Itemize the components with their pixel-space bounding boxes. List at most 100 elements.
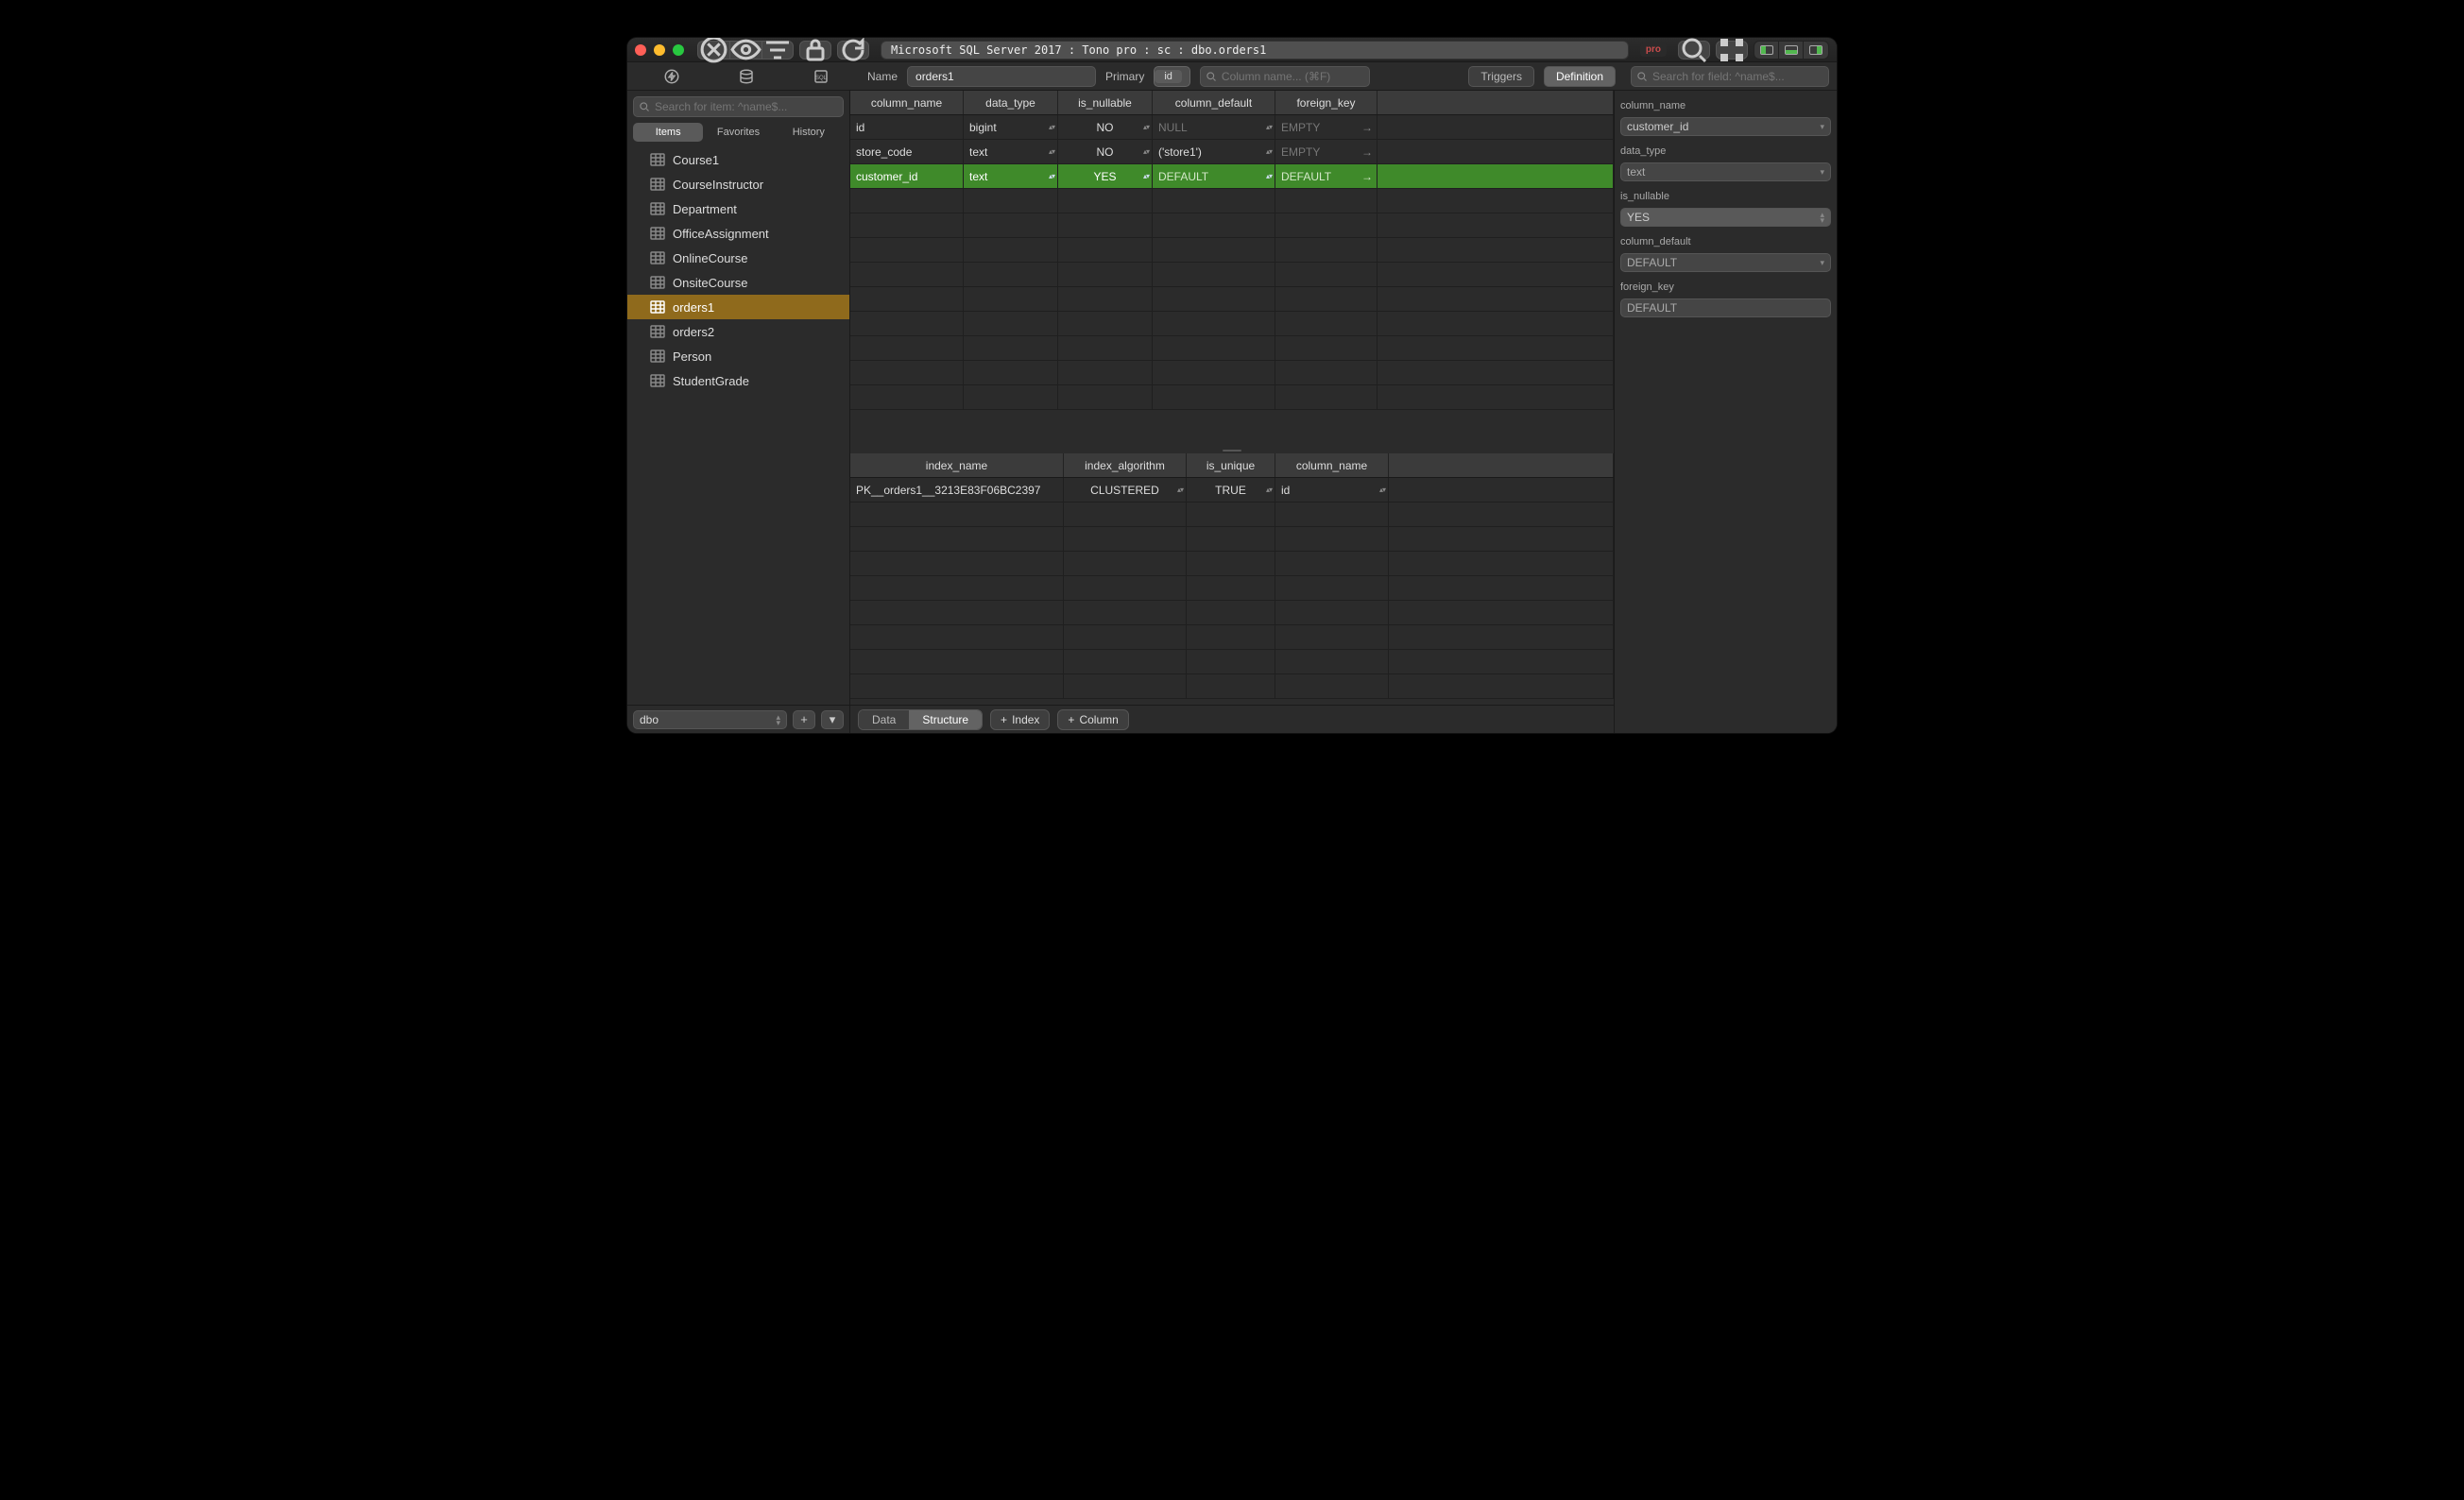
filter-button[interactable]: [761, 41, 794, 60]
close-window-button[interactable]: [635, 44, 646, 56]
stepper-icon[interactable]: ▴▾: [1143, 123, 1149, 131]
stepper-icon[interactable]: ▴▾: [1049, 123, 1054, 131]
stepper-icon[interactable]: ▴▾: [1266, 147, 1272, 156]
stepper-icon[interactable]: ▴▾: [1143, 147, 1149, 156]
table-name: orders1: [673, 300, 714, 315]
sidebar-table-onsitecourse[interactable]: OnsiteCourse: [627, 270, 849, 295]
sidebar-table-studentgrade[interactable]: StudentGrade: [627, 368, 849, 393]
layout-right-panel[interactable]: [1804, 42, 1828, 59]
zoom-window-button[interactable]: [673, 44, 684, 56]
triggers-button[interactable]: Triggers: [1468, 66, 1534, 87]
idx-header-col[interactable]: column_name: [1275, 453, 1389, 477]
table-name: Department: [673, 202, 737, 216]
primary-key-value: id: [1155, 70, 1182, 83]
col-header-type[interactable]: data_type: [964, 91, 1058, 114]
add-table-button[interactable]: +: [793, 710, 815, 729]
view-structure-button[interactable]: Structure: [909, 710, 982, 729]
column-row[interactable]: idbigint▴▾NO▴▾NULL▴▾EMPTY→: [850, 115, 1614, 140]
tab-favorites[interactable]: Favorites: [703, 123, 773, 142]
stepper-icon[interactable]: ▴▾: [1266, 486, 1272, 494]
insp-is-nullable-label: is_nullable: [1620, 191, 1831, 202]
add-index-label: Index: [1012, 713, 1039, 726]
indexes-grid: PK__orders1__3213E83F06BC2397CLUSTERED▴▾…: [850, 478, 1614, 705]
stepper-icon[interactable]: ▴▾: [1177, 486, 1183, 494]
sidebar-search-input[interactable]: [633, 96, 844, 117]
empty-row: [850, 361, 1614, 385]
col-header-fk[interactable]: foreign_key: [1275, 91, 1377, 114]
schema-select[interactable]: dbo ▴▾: [633, 710, 787, 729]
view-data-button[interactable]: Data: [859, 710, 909, 729]
add-column-label: Column: [1079, 713, 1118, 726]
stepper-icon[interactable]: ▴▾: [1143, 172, 1149, 180]
primary-key-chip[interactable]: id: [1154, 66, 1190, 87]
layout-bottom-panel[interactable]: [1779, 42, 1804, 59]
empty-row: [850, 601, 1614, 625]
lock-button[interactable]: [799, 41, 831, 60]
primary-label: Primary: [1105, 70, 1144, 83]
sidebar-table-person[interactable]: Person: [627, 344, 849, 368]
insp-is-nullable-select[interactable]: YES ▴▾: [1620, 208, 1831, 227]
insp-foreign-key-field[interactable]: DEFAULT: [1620, 298, 1831, 317]
pro-badge: pro: [1640, 43, 1667, 57]
col-header-name[interactable]: column_name: [850, 91, 964, 114]
minimize-window-button[interactable]: [654, 44, 665, 56]
bolt-icon[interactable]: [661, 66, 682, 87]
insp-column-default-field[interactable]: DEFAULT ▾: [1620, 253, 1831, 272]
chevron-down-icon: ▾: [1820, 122, 1824, 132]
arrow-right-icon[interactable]: →: [1361, 145, 1373, 159]
stepper-icon[interactable]: ▴▾: [1266, 172, 1272, 180]
column-row[interactable]: store_codetext▴▾NO▴▾('store1')▴▾EMPTY→: [850, 140, 1614, 164]
add-index-button[interactable]: + Index: [990, 709, 1050, 730]
cell-nullable: NO: [1097, 145, 1114, 159]
sidebar-table-officeassignment[interactable]: OfficeAssignment: [627, 221, 849, 246]
stepper-icon[interactable]: ▴▾: [1379, 486, 1385, 494]
disconnect-button[interactable]: [697, 41, 729, 60]
chevron-updown-icon: ▴▾: [776, 714, 780, 725]
sidebar-table-department[interactable]: Department: [627, 196, 849, 221]
empty-row: [850, 336, 1614, 361]
name-input[interactable]: [907, 66, 1096, 87]
index-row[interactable]: PK__orders1__3213E83F06BC2397CLUSTERED▴▾…: [850, 478, 1614, 503]
cell-type: text: [969, 170, 987, 183]
table-menu-button[interactable]: ▾: [821, 710, 844, 729]
breadcrumb[interactable]: Microsoft SQL Server 2017 : Tono pro : s…: [881, 41, 1629, 60]
add-column-button[interactable]: + Column: [1057, 709, 1128, 730]
table-name: OnsiteCourse: [673, 276, 747, 290]
tab-history[interactable]: History: [774, 123, 844, 142]
arrow-right-icon[interactable]: →: [1361, 170, 1373, 183]
stepper-icon[interactable]: ▴▾: [1049, 147, 1054, 156]
stepper-icon[interactable]: ▴▾: [1049, 172, 1054, 180]
search-button[interactable]: [1678, 41, 1710, 60]
col-header-default[interactable]: column_default: [1153, 91, 1275, 114]
idx-header-algo[interactable]: index_algorithm: [1064, 453, 1187, 477]
idx-header-unique[interactable]: is_unique: [1187, 453, 1275, 477]
schema-value: dbo: [640, 713, 659, 726]
refresh-button[interactable]: [837, 41, 869, 60]
insp-data-type-field[interactable]: text ▾: [1620, 162, 1831, 181]
col-header-null[interactable]: is_nullable: [1058, 91, 1153, 114]
layout-left-panel[interactable]: [1754, 42, 1779, 59]
sidebar-table-onlinecourse[interactable]: OnlineCourse: [627, 246, 849, 270]
idx-header-name[interactable]: index_name: [850, 453, 1064, 477]
sidebar-table-orders1[interactable]: orders1: [627, 295, 849, 319]
database-icon[interactable]: [736, 66, 757, 87]
field-search-input[interactable]: [1631, 66, 1829, 87]
column-row[interactable]: customer_idtext▴▾YES▴▾DEFAULT▴▾DEFAULT→: [850, 164, 1614, 189]
column-search-input[interactable]: [1200, 66, 1370, 87]
preview-button[interactable]: [729, 41, 761, 60]
grid-button[interactable]: [1716, 41, 1748, 60]
definition-button[interactable]: Definition: [1544, 66, 1616, 87]
tab-items[interactable]: Items: [633, 123, 703, 142]
sidebar-table-orders2[interactable]: orders2: [627, 319, 849, 344]
cell-type: bigint: [969, 121, 997, 134]
arrow-right-icon[interactable]: →: [1361, 121, 1373, 134]
insp-column-name-field[interactable]: customer_id ▾: [1620, 117, 1831, 136]
insp-is-nullable-value: YES: [1627, 211, 1650, 224]
sql-icon[interactable]: SQL: [811, 66, 831, 87]
sidebar-table-course1[interactable]: Course1: [627, 147, 849, 172]
table-name: orders2: [673, 325, 714, 339]
chevron-updown-icon: ▴▾: [1820, 212, 1824, 223]
sidebar-table-courseinstructor[interactable]: CourseInstructor: [627, 172, 849, 196]
stepper-icon[interactable]: ▴▾: [1266, 123, 1272, 131]
app-window: Microsoft SQL Server 2017 : Tono pro : s…: [627, 38, 1837, 733]
